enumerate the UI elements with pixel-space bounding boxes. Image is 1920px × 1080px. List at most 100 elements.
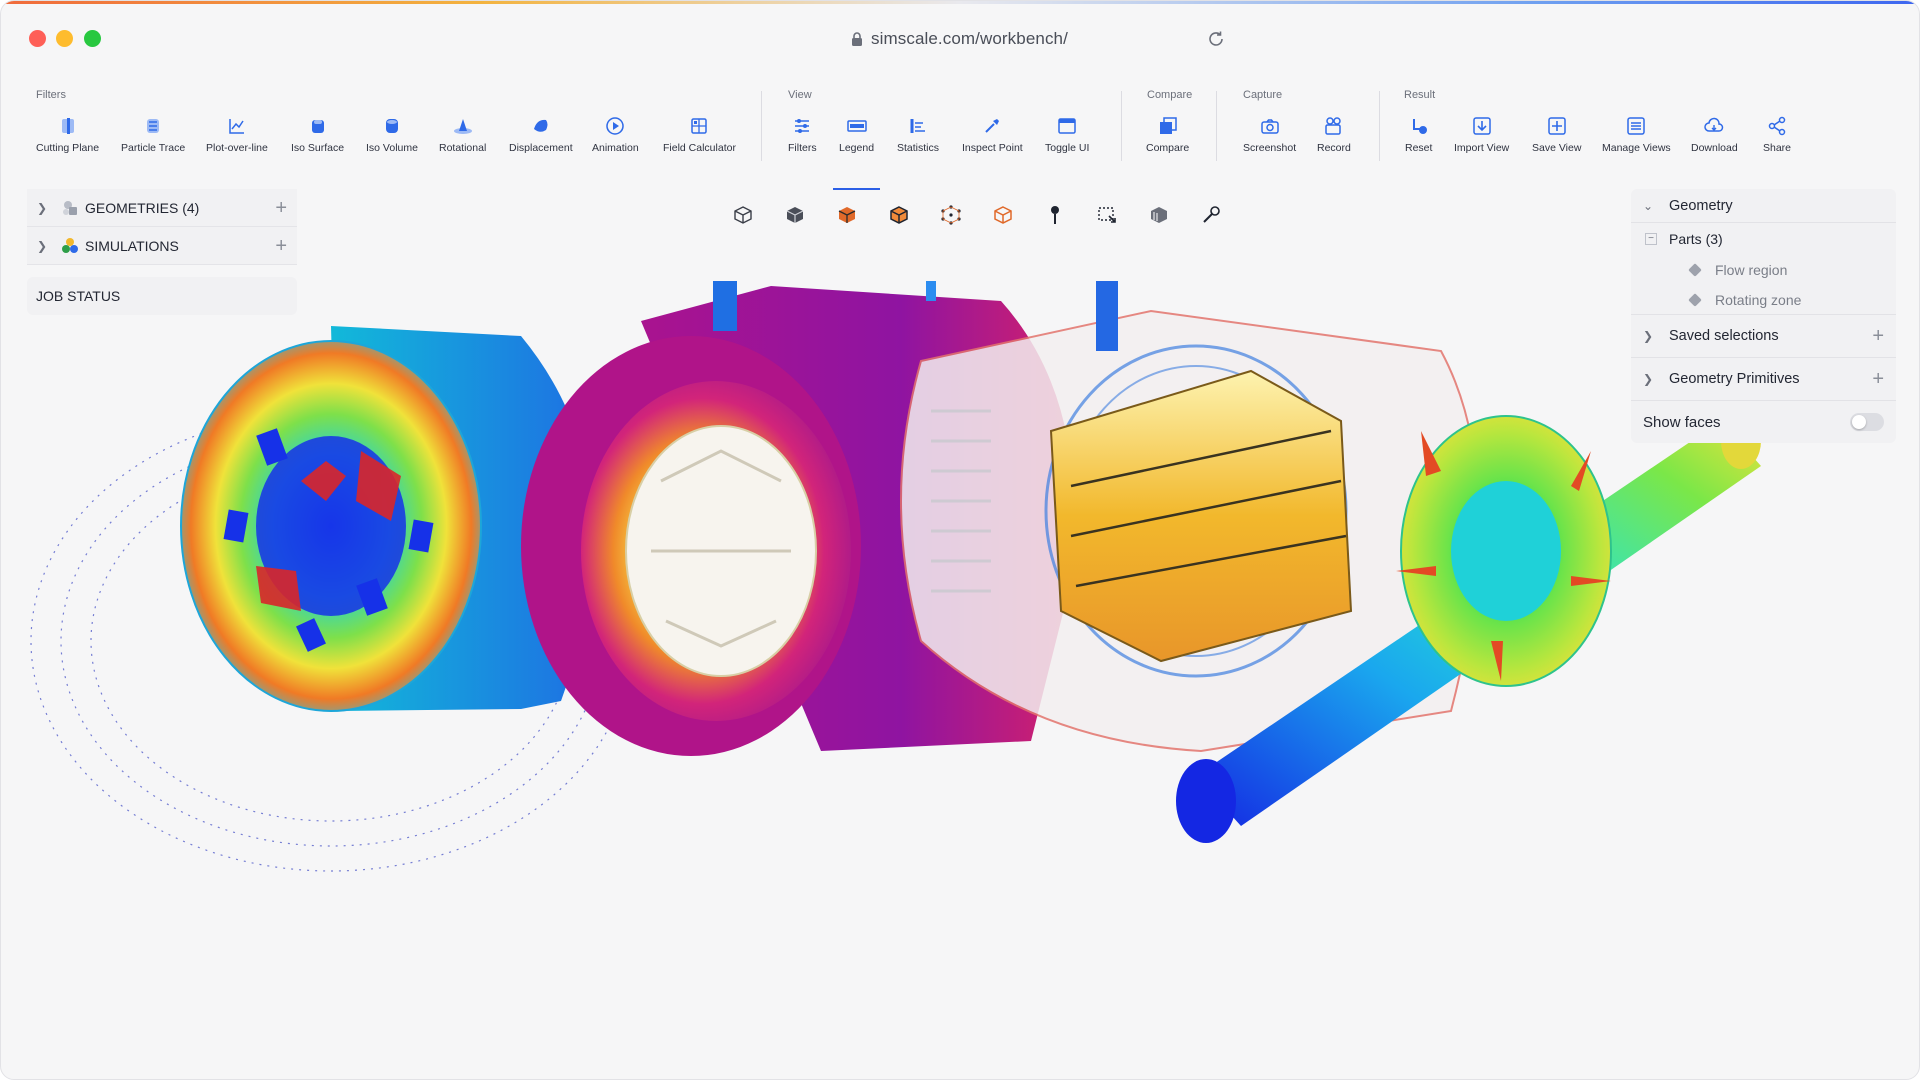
animation-label: Animation — [592, 142, 639, 154]
show-faces-toggle[interactable] — [1850, 413, 1884, 431]
add-geometry-icon[interactable]: + — [275, 198, 287, 218]
animation-icon — [606, 117, 625, 135]
simulations-row[interactable]: ❯ SIMULATIONS + — [27, 227, 297, 265]
cube-outline-button[interactable] — [977, 199, 1029, 231]
part-cube-icon — [1688, 263, 1702, 277]
displacement-label: Displacement — [509, 142, 573, 154]
add-view-icon — [1547, 117, 1566, 135]
cube-wireframe-button[interactable] — [717, 199, 769, 231]
minimize-window-button[interactable] — [56, 30, 73, 47]
job-status[interactable]: JOB STATUS — [27, 277, 297, 315]
add-simulation-icon[interactable]: + — [275, 236, 287, 256]
geometries-row[interactable]: ❯ GEOMETRIES (4) + — [27, 189, 297, 227]
compare-button[interactable]: Compare — [1146, 115, 1189, 154]
chevron-right-icon[interactable]: ❯ — [37, 239, 51, 253]
parts-label: Parts (3) — [1669, 231, 1723, 247]
maximize-window-button[interactable] — [84, 30, 101, 47]
reset-button[interactable]: Reset — [1405, 115, 1432, 154]
toggle-ui-label: Toggle UI — [1045, 142, 1090, 154]
right-panel: ⌄ Geometry − Parts (3) Flow region Rotat… — [1631, 189, 1896, 443]
pin-icon — [1051, 206, 1059, 224]
layers-button[interactable] — [1133, 199, 1185, 231]
iso-volume-icon — [385, 119, 398, 133]
part-item[interactable]: Rotating zone — [1631, 285, 1896, 315]
title-bar: simscale.com/workbench/ — [1, 1, 1919, 75]
animation-button[interactable]: Animation — [592, 115, 639, 154]
geometry-icon — [63, 200, 77, 215]
statistics-button[interactable]: Statistics — [897, 115, 939, 154]
displacement-button[interactable]: Displacement — [509, 115, 573, 154]
lock-icon — [852, 31, 862, 46]
chevron-right-icon[interactable]: ❯ — [1643, 329, 1661, 343]
iso-surface-button[interactable]: Iso Surface — [291, 115, 344, 154]
box-select-button[interactable] — [1081, 199, 1133, 231]
manage-views-icon — [1627, 117, 1646, 135]
chevron-right-icon[interactable]: ❯ — [1643, 372, 1661, 386]
geometry-primitives-row[interactable]: ❯ Geometry Primitives + — [1631, 358, 1896, 401]
camera-icon — [1260, 119, 1279, 134]
ribbon-toolbar: Filters View Compare Capture Result Cutt… — [1, 85, 1919, 190]
part-item[interactable]: Flow region — [1631, 255, 1896, 285]
legend-button[interactable]: Legend — [832, 115, 881, 190]
record-button[interactable]: Record — [1317, 115, 1351, 154]
screenshot-button[interactable]: Screenshot — [1243, 115, 1296, 154]
probe-icon — [1203, 206, 1220, 223]
close-window-button[interactable] — [29, 30, 46, 47]
add-primitive-icon[interactable]: + — [1872, 369, 1884, 389]
group-label-filters: Filters — [36, 89, 66, 101]
field-calculator-button[interactable]: Field Calculator — [663, 115, 736, 154]
compare-label: Compare — [1146, 142, 1190, 154]
toolbar-separator — [1379, 91, 1380, 161]
particle-trace-button[interactable]: Particle Trace — [121, 115, 185, 154]
toolbar-separator — [1216, 91, 1217, 161]
cutting-plane-button[interactable]: Cutting Plane — [36, 115, 99, 154]
inspect-point-label: Inspect Point — [962, 142, 1023, 154]
reload-icon[interactable] — [1205, 28, 1227, 50]
part-cube-icon — [1688, 292, 1702, 307]
saved-selections-label: Saved selections — [1669, 328, 1779, 344]
cube-points-icon — [941, 205, 961, 225]
chevron-right-icon[interactable]: ❯ — [37, 201, 51, 215]
toggle-ui-button[interactable]: Toggle UI — [1045, 115, 1089, 154]
geometry-label: Geometry — [1669, 197, 1733, 214]
video-camera-icon — [1325, 117, 1341, 135]
cube-shaded-button[interactable] — [821, 199, 873, 231]
cube-solid-button[interactable] — [769, 199, 821, 231]
manage-views-button[interactable]: Manage Views — [1602, 115, 1671, 154]
left-panel: ❯ GEOMETRIES (4) + ❯ SIMULATIONS + JOB S… — [27, 189, 297, 315]
collapse-icon[interactable]: − — [1645, 233, 1657, 245]
plot-over-line-button[interactable]: Plot-over-line — [206, 115, 268, 154]
chevron-down-icon[interactable]: ⌄ — [1643, 199, 1661, 213]
share-button[interactable]: Share — [1763, 115, 1791, 154]
cube-points-button[interactable] — [925, 199, 977, 231]
import-view-button[interactable]: Import View — [1454, 115, 1509, 154]
saved-selections-row[interactable]: ❯ Saved selections + — [1631, 315, 1896, 358]
filters-view-button[interactable]: Filters — [788, 115, 817, 154]
download-label: Download — [1691, 142, 1738, 154]
add-selection-icon[interactable]: + — [1872, 326, 1884, 346]
save-view-label: Save View — [1532, 142, 1582, 154]
legend-label: Legend — [839, 142, 875, 154]
particle-trace-label: Particle Trace — [121, 142, 186, 154]
cube-outline-icon — [994, 206, 1012, 224]
address-bar[interactable]: simscale.com/workbench/ — [851, 27, 1071, 51]
save-view-button[interactable]: Save View — [1532, 115, 1581, 154]
geometry-header[interactable]: ⌄ Geometry — [1631, 189, 1896, 223]
inspect-point-button[interactable]: Inspect Point — [962, 115, 1023, 154]
download-button[interactable]: Download — [1691, 115, 1738, 154]
cube-edges-button[interactable] — [873, 199, 925, 231]
manage-views-label: Manage Views — [1602, 142, 1671, 154]
pin-button[interactable] — [1029, 199, 1081, 231]
view-tools — [717, 199, 1237, 231]
parts-row[interactable]: − Parts (3) — [1631, 223, 1896, 255]
screenshot-label: Screenshot — [1243, 142, 1297, 154]
reset-icon — [1412, 119, 1427, 134]
group-label-compare: Compare — [1147, 89, 1193, 101]
cube-edges-icon — [890, 206, 908, 224]
iso-surface-label: Iso Surface — [291, 142, 345, 154]
rotational-button[interactable]: Rotational — [439, 115, 486, 154]
iso-volume-button[interactable]: Iso Volume — [366, 115, 418, 154]
iso-surface-icon — [311, 120, 324, 133]
plot-over-line-label: Plot-over-line — [206, 142, 268, 154]
probe-button[interactable] — [1185, 199, 1237, 231]
